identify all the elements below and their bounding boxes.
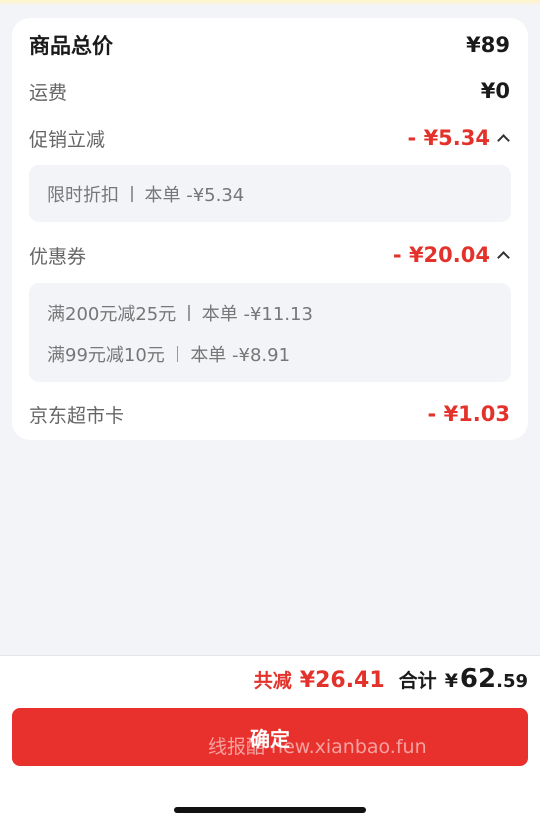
promotion-detail-line: 限时折扣 本单 -¥5.34 [47, 181, 244, 207]
coupon-detail-name: 满99元减10元 [47, 345, 165, 366]
supermarket-card-label: 京东超市卡 [29, 404, 125, 427]
supermarket-card-row: 京东超市卡 - ¥1.03 [29, 399, 510, 429]
order-summary: 共减 ¥26.41 合计 ¥ 62 .59 [254, 664, 528, 696]
promotion-value: - ¥5.34 [407, 126, 490, 150]
divider [176, 346, 179, 362]
promotion-detail-amount: 本单 -¥5.34 [144, 185, 245, 206]
coupon-detail-amount: 本单 -¥11.13 [201, 304, 313, 325]
coupon-label: 优惠券 [29, 245, 87, 268]
promotion-label: 促销立减 [29, 128, 106, 151]
divider [131, 186, 133, 202]
promotion-detail-name: 限时折扣 [47, 185, 119, 206]
total-currency: ¥ [444, 670, 458, 692]
top-strip [0, 0, 540, 6]
goods-total-label: 商品总价 [29, 34, 113, 58]
discount-label: 共减 [253, 670, 292, 692]
discount-value: ¥26.41 [299, 668, 385, 693]
shipping-label: 运费 [29, 81, 68, 104]
total-integer: 62 [459, 664, 497, 694]
coupon-detail-name: 满200元减25元 [47, 304, 177, 325]
promotion-row[interactable]: 促销立减 - ¥5.34 [29, 123, 510, 153]
price-summary-card: 商品总价 ¥89 运费 ¥0 促销立减 - ¥5.34 限时折扣 本单 -¥5.… [12, 18, 528, 440]
coupon-row[interactable]: 优惠券 - ¥20.04 [29, 240, 510, 270]
coupon-detail-line: 满200元减25元 本单 -¥11.13 [47, 300, 313, 326]
shipping-value: ¥0 [480, 79, 510, 103]
total-decimal: .59 [496, 671, 528, 692]
goods-total-row: 商品总价 ¥89 [29, 30, 510, 60]
coupon-detail-amount: 本单 -¥8.91 [190, 345, 291, 366]
supermarket-card-value: - ¥1.03 [427, 402, 510, 426]
home-indicator [174, 807, 366, 813]
promotion-details: 限时折扣 本单 -¥5.34 [29, 165, 511, 222]
total-label: 合计 [398, 670, 437, 692]
shipping-row: 运费 ¥0 [29, 76, 510, 106]
chevron-up-icon[interactable] [496, 131, 510, 145]
coupon-detail-line: 满99元减10元 本单 -¥8.91 [47, 341, 290, 367]
goods-total-value: ¥89 [466, 33, 510, 57]
confirm-button[interactable]: 确定 [12, 708, 528, 766]
divider [188, 305, 190, 321]
chevron-up-icon[interactable] [496, 248, 510, 262]
coupon-value: - ¥20.04 [392, 243, 490, 267]
coupon-details: 满200元减25元 本单 -¥11.13 满99元减10元 本单 -¥8.91 [29, 283, 511, 382]
